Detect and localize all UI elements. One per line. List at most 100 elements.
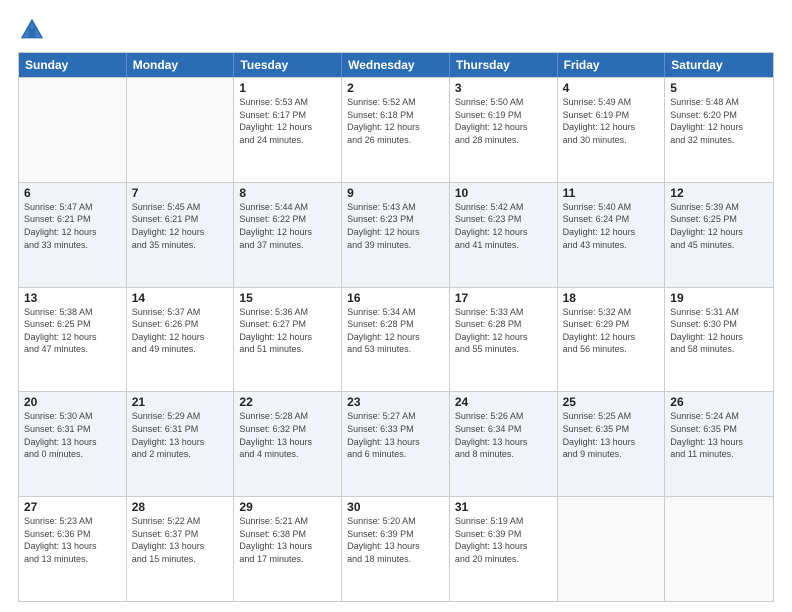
calendar-cell-r2-c2: 15Sunrise: 5:36 AM Sunset: 6:27 PM Dayli… xyxy=(234,288,342,392)
day-info: Sunrise: 5:44 AM Sunset: 6:22 PM Dayligh… xyxy=(239,201,336,251)
day-number: 2 xyxy=(347,81,444,95)
calendar-cell-r4-c2: 29Sunrise: 5:21 AM Sunset: 6:38 PM Dayli… xyxy=(234,497,342,601)
calendar-cell-r2-c5: 18Sunrise: 5:32 AM Sunset: 6:29 PM Dayli… xyxy=(558,288,666,392)
calendar-cell-r0-c6: 5Sunrise: 5:48 AM Sunset: 6:20 PM Daylig… xyxy=(665,78,773,182)
calendar-cell-r4-c6 xyxy=(665,497,773,601)
day-number: 14 xyxy=(132,291,229,305)
day-info: Sunrise: 5:45 AM Sunset: 6:21 PM Dayligh… xyxy=(132,201,229,251)
day-number: 8 xyxy=(239,186,336,200)
day-number: 18 xyxy=(563,291,660,305)
day-number: 31 xyxy=(455,500,552,514)
day-info: Sunrise: 5:23 AM Sunset: 6:36 PM Dayligh… xyxy=(24,515,121,565)
day-number: 17 xyxy=(455,291,552,305)
calendar-cell-r3-c5: 25Sunrise: 5:25 AM Sunset: 6:35 PM Dayli… xyxy=(558,392,666,496)
header-cell-monday: Monday xyxy=(127,53,235,77)
logo-icon xyxy=(18,16,46,44)
calendar-cell-r0-c1 xyxy=(127,78,235,182)
calendar-cell-r0-c4: 3Sunrise: 5:50 AM Sunset: 6:19 PM Daylig… xyxy=(450,78,558,182)
calendar-header-row: SundayMondayTuesdayWednesdayThursdayFrid… xyxy=(19,53,773,77)
calendar-cell-r3-c4: 24Sunrise: 5:26 AM Sunset: 6:34 PM Dayli… xyxy=(450,392,558,496)
day-info: Sunrise: 5:52 AM Sunset: 6:18 PM Dayligh… xyxy=(347,96,444,146)
calendar-row-1: 6Sunrise: 5:47 AM Sunset: 6:21 PM Daylig… xyxy=(19,182,773,287)
day-info: Sunrise: 5:27 AM Sunset: 6:33 PM Dayligh… xyxy=(347,410,444,460)
header-cell-sunday: Sunday xyxy=(19,53,127,77)
day-number: 16 xyxy=(347,291,444,305)
day-info: Sunrise: 5:21 AM Sunset: 6:38 PM Dayligh… xyxy=(239,515,336,565)
calendar-cell-r0-c5: 4Sunrise: 5:49 AM Sunset: 6:19 PM Daylig… xyxy=(558,78,666,182)
day-number: 21 xyxy=(132,395,229,409)
day-info: Sunrise: 5:49 AM Sunset: 6:19 PM Dayligh… xyxy=(563,96,660,146)
day-number: 19 xyxy=(670,291,768,305)
day-info: Sunrise: 5:24 AM Sunset: 6:35 PM Dayligh… xyxy=(670,410,768,460)
day-number: 23 xyxy=(347,395,444,409)
day-info: Sunrise: 5:26 AM Sunset: 6:34 PM Dayligh… xyxy=(455,410,552,460)
day-info: Sunrise: 5:48 AM Sunset: 6:20 PM Dayligh… xyxy=(670,96,768,146)
day-info: Sunrise: 5:33 AM Sunset: 6:28 PM Dayligh… xyxy=(455,306,552,356)
day-number: 10 xyxy=(455,186,552,200)
calendar-cell-r4-c3: 30Sunrise: 5:20 AM Sunset: 6:39 PM Dayli… xyxy=(342,497,450,601)
calendar-cell-r3-c6: 26Sunrise: 5:24 AM Sunset: 6:35 PM Dayli… xyxy=(665,392,773,496)
day-info: Sunrise: 5:19 AM Sunset: 6:39 PM Dayligh… xyxy=(455,515,552,565)
day-number: 30 xyxy=(347,500,444,514)
day-info: Sunrise: 5:47 AM Sunset: 6:21 PM Dayligh… xyxy=(24,201,121,251)
day-number: 20 xyxy=(24,395,121,409)
day-info: Sunrise: 5:37 AM Sunset: 6:26 PM Dayligh… xyxy=(132,306,229,356)
page: SundayMondayTuesdayWednesdayThursdayFrid… xyxy=(0,0,792,612)
calendar-cell-r1-c6: 12Sunrise: 5:39 AM Sunset: 6:25 PM Dayli… xyxy=(665,183,773,287)
day-info: Sunrise: 5:34 AM Sunset: 6:28 PM Dayligh… xyxy=(347,306,444,356)
day-number: 5 xyxy=(670,81,768,95)
calendar-cell-r2-c0: 13Sunrise: 5:38 AM Sunset: 6:25 PM Dayli… xyxy=(19,288,127,392)
day-number: 9 xyxy=(347,186,444,200)
day-number: 12 xyxy=(670,186,768,200)
day-info: Sunrise: 5:53 AM Sunset: 6:17 PM Dayligh… xyxy=(239,96,336,146)
calendar-cell-r0-c3: 2Sunrise: 5:52 AM Sunset: 6:18 PM Daylig… xyxy=(342,78,450,182)
day-number: 13 xyxy=(24,291,121,305)
day-number: 6 xyxy=(24,186,121,200)
day-info: Sunrise: 5:22 AM Sunset: 6:37 PM Dayligh… xyxy=(132,515,229,565)
day-info: Sunrise: 5:50 AM Sunset: 6:19 PM Dayligh… xyxy=(455,96,552,146)
day-info: Sunrise: 5:20 AM Sunset: 6:39 PM Dayligh… xyxy=(347,515,444,565)
calendar-cell-r3-c3: 23Sunrise: 5:27 AM Sunset: 6:33 PM Dayli… xyxy=(342,392,450,496)
day-number: 3 xyxy=(455,81,552,95)
calendar-cell-r0-c0 xyxy=(19,78,127,182)
day-info: Sunrise: 5:43 AM Sunset: 6:23 PM Dayligh… xyxy=(347,201,444,251)
calendar-cell-r1-c5: 11Sunrise: 5:40 AM Sunset: 6:24 PM Dayli… xyxy=(558,183,666,287)
header-cell-saturday: Saturday xyxy=(665,53,773,77)
day-info: Sunrise: 5:29 AM Sunset: 6:31 PM Dayligh… xyxy=(132,410,229,460)
header-cell-thursday: Thursday xyxy=(450,53,558,77)
calendar-cell-r2-c4: 17Sunrise: 5:33 AM Sunset: 6:28 PM Dayli… xyxy=(450,288,558,392)
day-info: Sunrise: 5:39 AM Sunset: 6:25 PM Dayligh… xyxy=(670,201,768,251)
calendar-cell-r0-c2: 1Sunrise: 5:53 AM Sunset: 6:17 PM Daylig… xyxy=(234,78,342,182)
calendar-row-4: 27Sunrise: 5:23 AM Sunset: 6:36 PM Dayli… xyxy=(19,496,773,601)
day-number: 4 xyxy=(563,81,660,95)
calendar-cell-r2-c3: 16Sunrise: 5:34 AM Sunset: 6:28 PM Dayli… xyxy=(342,288,450,392)
day-number: 28 xyxy=(132,500,229,514)
day-info: Sunrise: 5:38 AM Sunset: 6:25 PM Dayligh… xyxy=(24,306,121,356)
calendar-cell-r4-c4: 31Sunrise: 5:19 AM Sunset: 6:39 PM Dayli… xyxy=(450,497,558,601)
calendar-cell-r1-c3: 9Sunrise: 5:43 AM Sunset: 6:23 PM Daylig… xyxy=(342,183,450,287)
day-number: 1 xyxy=(239,81,336,95)
day-number: 15 xyxy=(239,291,336,305)
day-number: 29 xyxy=(239,500,336,514)
day-info: Sunrise: 5:30 AM Sunset: 6:31 PM Dayligh… xyxy=(24,410,121,460)
calendar-cell-r1-c2: 8Sunrise: 5:44 AM Sunset: 6:22 PM Daylig… xyxy=(234,183,342,287)
calendar-row-0: 1Sunrise: 5:53 AM Sunset: 6:17 PM Daylig… xyxy=(19,77,773,182)
calendar-cell-r1-c0: 6Sunrise: 5:47 AM Sunset: 6:21 PM Daylig… xyxy=(19,183,127,287)
calendar-cell-r4-c1: 28Sunrise: 5:22 AM Sunset: 6:37 PM Dayli… xyxy=(127,497,235,601)
day-info: Sunrise: 5:31 AM Sunset: 6:30 PM Dayligh… xyxy=(670,306,768,356)
header-cell-tuesday: Tuesday xyxy=(234,53,342,77)
calendar-row-2: 13Sunrise: 5:38 AM Sunset: 6:25 PM Dayli… xyxy=(19,287,773,392)
calendar-cell-r3-c1: 21Sunrise: 5:29 AM Sunset: 6:31 PM Dayli… xyxy=(127,392,235,496)
day-info: Sunrise: 5:25 AM Sunset: 6:35 PM Dayligh… xyxy=(563,410,660,460)
calendar-row-3: 20Sunrise: 5:30 AM Sunset: 6:31 PM Dayli… xyxy=(19,391,773,496)
day-info: Sunrise: 5:28 AM Sunset: 6:32 PM Dayligh… xyxy=(239,410,336,460)
day-number: 24 xyxy=(455,395,552,409)
calendar-cell-r4-c0: 27Sunrise: 5:23 AM Sunset: 6:36 PM Dayli… xyxy=(19,497,127,601)
day-info: Sunrise: 5:42 AM Sunset: 6:23 PM Dayligh… xyxy=(455,201,552,251)
calendar-cell-r4-c5 xyxy=(558,497,666,601)
day-number: 26 xyxy=(670,395,768,409)
logo xyxy=(18,16,50,44)
calendar-cell-r3-c2: 22Sunrise: 5:28 AM Sunset: 6:32 PM Dayli… xyxy=(234,392,342,496)
header-cell-wednesday: Wednesday xyxy=(342,53,450,77)
day-info: Sunrise: 5:32 AM Sunset: 6:29 PM Dayligh… xyxy=(563,306,660,356)
